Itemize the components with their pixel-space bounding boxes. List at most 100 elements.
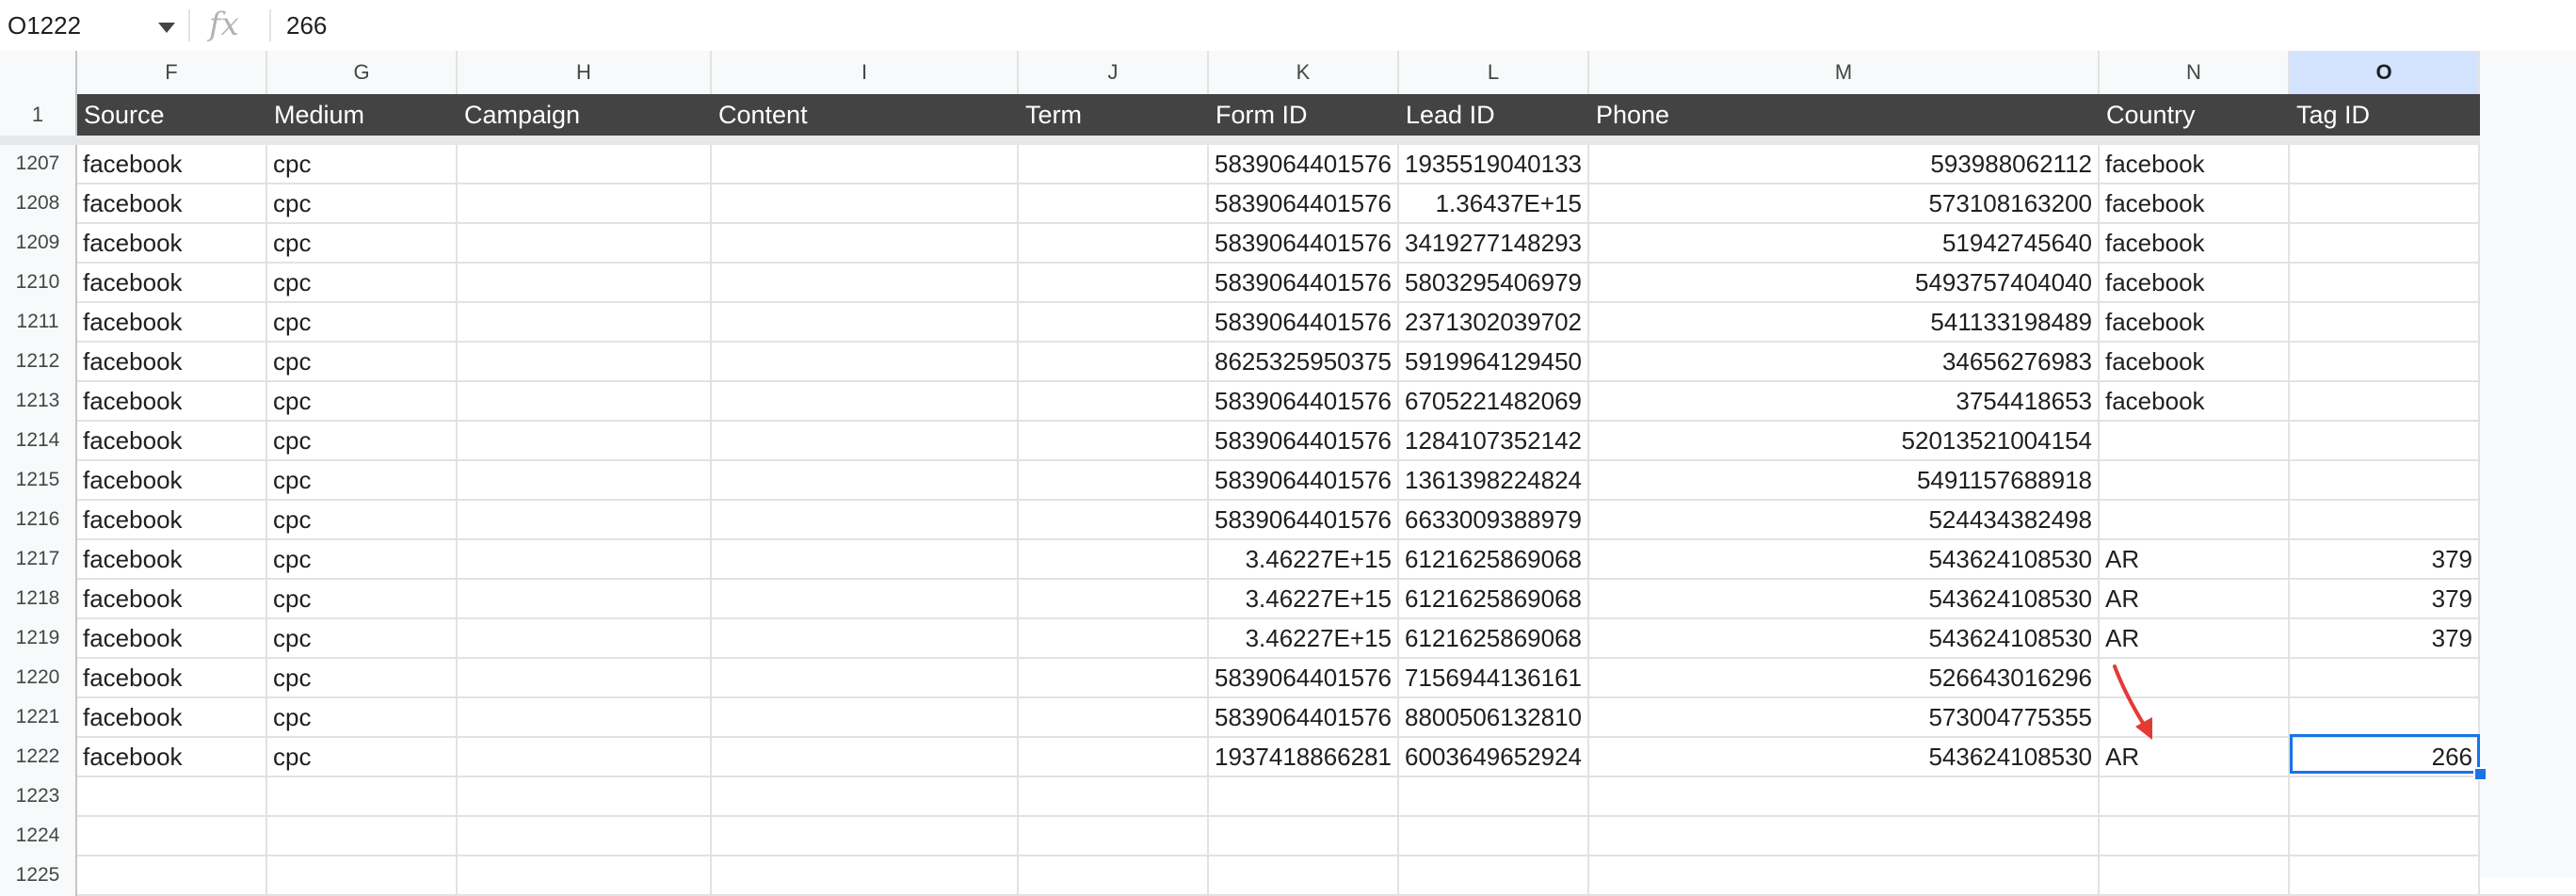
cell-tag-id[interactable]: 379 (2290, 580, 2480, 617)
cell-lead-id[interactable]: 1935519040133 (1399, 145, 1589, 183)
cell-country[interactable]: facebook (2100, 224, 2290, 262)
column-header-g[interactable]: G (267, 51, 458, 94)
cell-source[interactable]: facebook (77, 224, 267, 262)
column-header-o[interactable]: O (2290, 51, 2480, 94)
cell-source[interactable]: facebook (77, 540, 267, 578)
cell-lead-id[interactable]: 2371302039702 (1399, 303, 1589, 341)
cell-source[interactable] (77, 777, 267, 815)
cell-medium[interactable] (267, 856, 458, 894)
cell-tag-id[interactable] (2290, 422, 2480, 459)
cell-form-id[interactable]: 5839064401576 (1209, 501, 1399, 538)
column-header-n[interactable]: N (2100, 51, 2290, 94)
cell-source[interactable]: facebook (77, 264, 267, 301)
cell-form-id[interactable]: 8625325950375 (1209, 343, 1399, 380)
cell-country[interactable]: facebook (2100, 343, 2290, 380)
row-number[interactable]: 1218 (0, 580, 77, 619)
cell-medium[interactable]: cpc (267, 540, 458, 578)
header-cell-term[interactable]: Term (1019, 94, 1209, 136)
row-number[interactable]: 1207 (0, 145, 77, 184)
cell-tag-id[interactable]: 379 (2290, 540, 2480, 578)
row-number[interactable]: 1210 (0, 264, 77, 303)
cell-campaign[interactable] (458, 343, 712, 380)
cell-content[interactable] (712, 224, 1019, 262)
cell-term[interactable] (1019, 777, 1209, 815)
cell-medium[interactable]: cpc (267, 382, 458, 420)
cell-country[interactable]: facebook (2100, 303, 2290, 341)
cell-campaign[interactable] (458, 145, 712, 183)
cell-campaign[interactable] (458, 501, 712, 538)
cell-term[interactable] (1019, 619, 1209, 657)
column-header-h[interactable]: H (458, 51, 712, 94)
cell-tag-id[interactable] (2290, 224, 2480, 262)
cell-source[interactable]: facebook (77, 145, 267, 183)
cell-campaign[interactable] (458, 264, 712, 301)
cell-phone[interactable]: 51942745640 (1589, 224, 2100, 262)
cell-content[interactable] (712, 264, 1019, 301)
cell-medium[interactable]: cpc (267, 264, 458, 301)
cell-content[interactable] (712, 422, 1019, 459)
cell-medium[interactable] (267, 817, 458, 855)
row-number[interactable]: 1222 (0, 738, 77, 777)
cell-campaign[interactable] (458, 382, 712, 420)
cell-campaign[interactable] (458, 777, 712, 815)
cell-term[interactable] (1019, 817, 1209, 855)
cell-campaign[interactable] (458, 856, 712, 894)
cell-content[interactable] (712, 580, 1019, 617)
cell-source[interactable] (77, 856, 267, 894)
cell-content[interactable] (712, 184, 1019, 222)
cell-tag-id[interactable] (2290, 145, 2480, 183)
cell-country[interactable]: AR (2100, 540, 2290, 578)
cell-tag-id[interactable] (2290, 501, 2480, 538)
column-header-m[interactable]: M (1589, 51, 2100, 94)
cell-phone[interactable] (1589, 856, 2100, 894)
cell-medium[interactable]: cpc (267, 422, 458, 459)
cell-tag-id[interactable] (2290, 343, 2480, 380)
cell-campaign[interactable] (458, 184, 712, 222)
select-all-corner[interactable] (0, 51, 77, 94)
cell-lead-id[interactable] (1399, 856, 1589, 894)
cell-medium[interactable]: cpc (267, 184, 458, 222)
cell-source[interactable]: facebook (77, 184, 267, 222)
cell-country[interactable] (2100, 422, 2290, 459)
header-cell-medium[interactable]: Medium (267, 94, 458, 136)
cell-source[interactable]: facebook (77, 659, 267, 696)
cell-lead-id[interactable]: 3419277148293 (1399, 224, 1589, 262)
cell-form-id[interactable]: 5839064401576 (1209, 382, 1399, 420)
cell-term[interactable] (1019, 659, 1209, 696)
row-number[interactable]: 1223 (0, 777, 77, 817)
row-number[interactable]: 1219 (0, 619, 77, 659)
column-header-f[interactable]: F (77, 51, 267, 94)
cell-lead-id[interactable]: 6705221482069 (1399, 382, 1589, 420)
cell-term[interactable] (1019, 501, 1209, 538)
cell-content[interactable] (712, 540, 1019, 578)
cell-source[interactable]: facebook (77, 303, 267, 341)
cell-tag-id[interactable]: 266 (2290, 738, 2480, 776)
column-header-l[interactable]: L (1399, 51, 1589, 94)
cell-medium[interactable]: cpc (267, 461, 458, 499)
cell-country[interactable]: facebook (2100, 145, 2290, 183)
cell-content[interactable] (712, 738, 1019, 776)
cell-campaign[interactable] (458, 619, 712, 657)
cell-content[interactable] (712, 856, 1019, 894)
cell-medium[interactable]: cpc (267, 303, 458, 341)
cell-country[interactable] (2100, 501, 2290, 538)
cell-medium[interactable]: cpc (267, 619, 458, 657)
cell-medium[interactable]: cpc (267, 698, 458, 736)
row-number[interactable]: 1215 (0, 461, 77, 501)
column-header-k[interactable]: K (1209, 51, 1399, 94)
cell-phone[interactable] (1589, 817, 2100, 855)
cell-lead-id[interactable]: 1361398224824 (1399, 461, 1589, 499)
cell-campaign[interactable] (458, 422, 712, 459)
cell-tag-id[interactable] (2290, 303, 2480, 341)
cell-tag-id[interactable] (2290, 856, 2480, 894)
cell-campaign[interactable] (458, 738, 712, 776)
row-number[interactable]: 1212 (0, 343, 77, 382)
cell-content[interactable] (712, 659, 1019, 696)
cell-phone[interactable]: 573108163200 (1589, 184, 2100, 222)
cell-lead-id[interactable] (1399, 817, 1589, 855)
cell-term[interactable] (1019, 382, 1209, 420)
cell-phone[interactable]: 541133198489 (1589, 303, 2100, 341)
cell-lead-id[interactable] (1399, 777, 1589, 815)
cell-content[interactable] (712, 698, 1019, 736)
cell-country[interactable]: AR (2100, 619, 2290, 657)
